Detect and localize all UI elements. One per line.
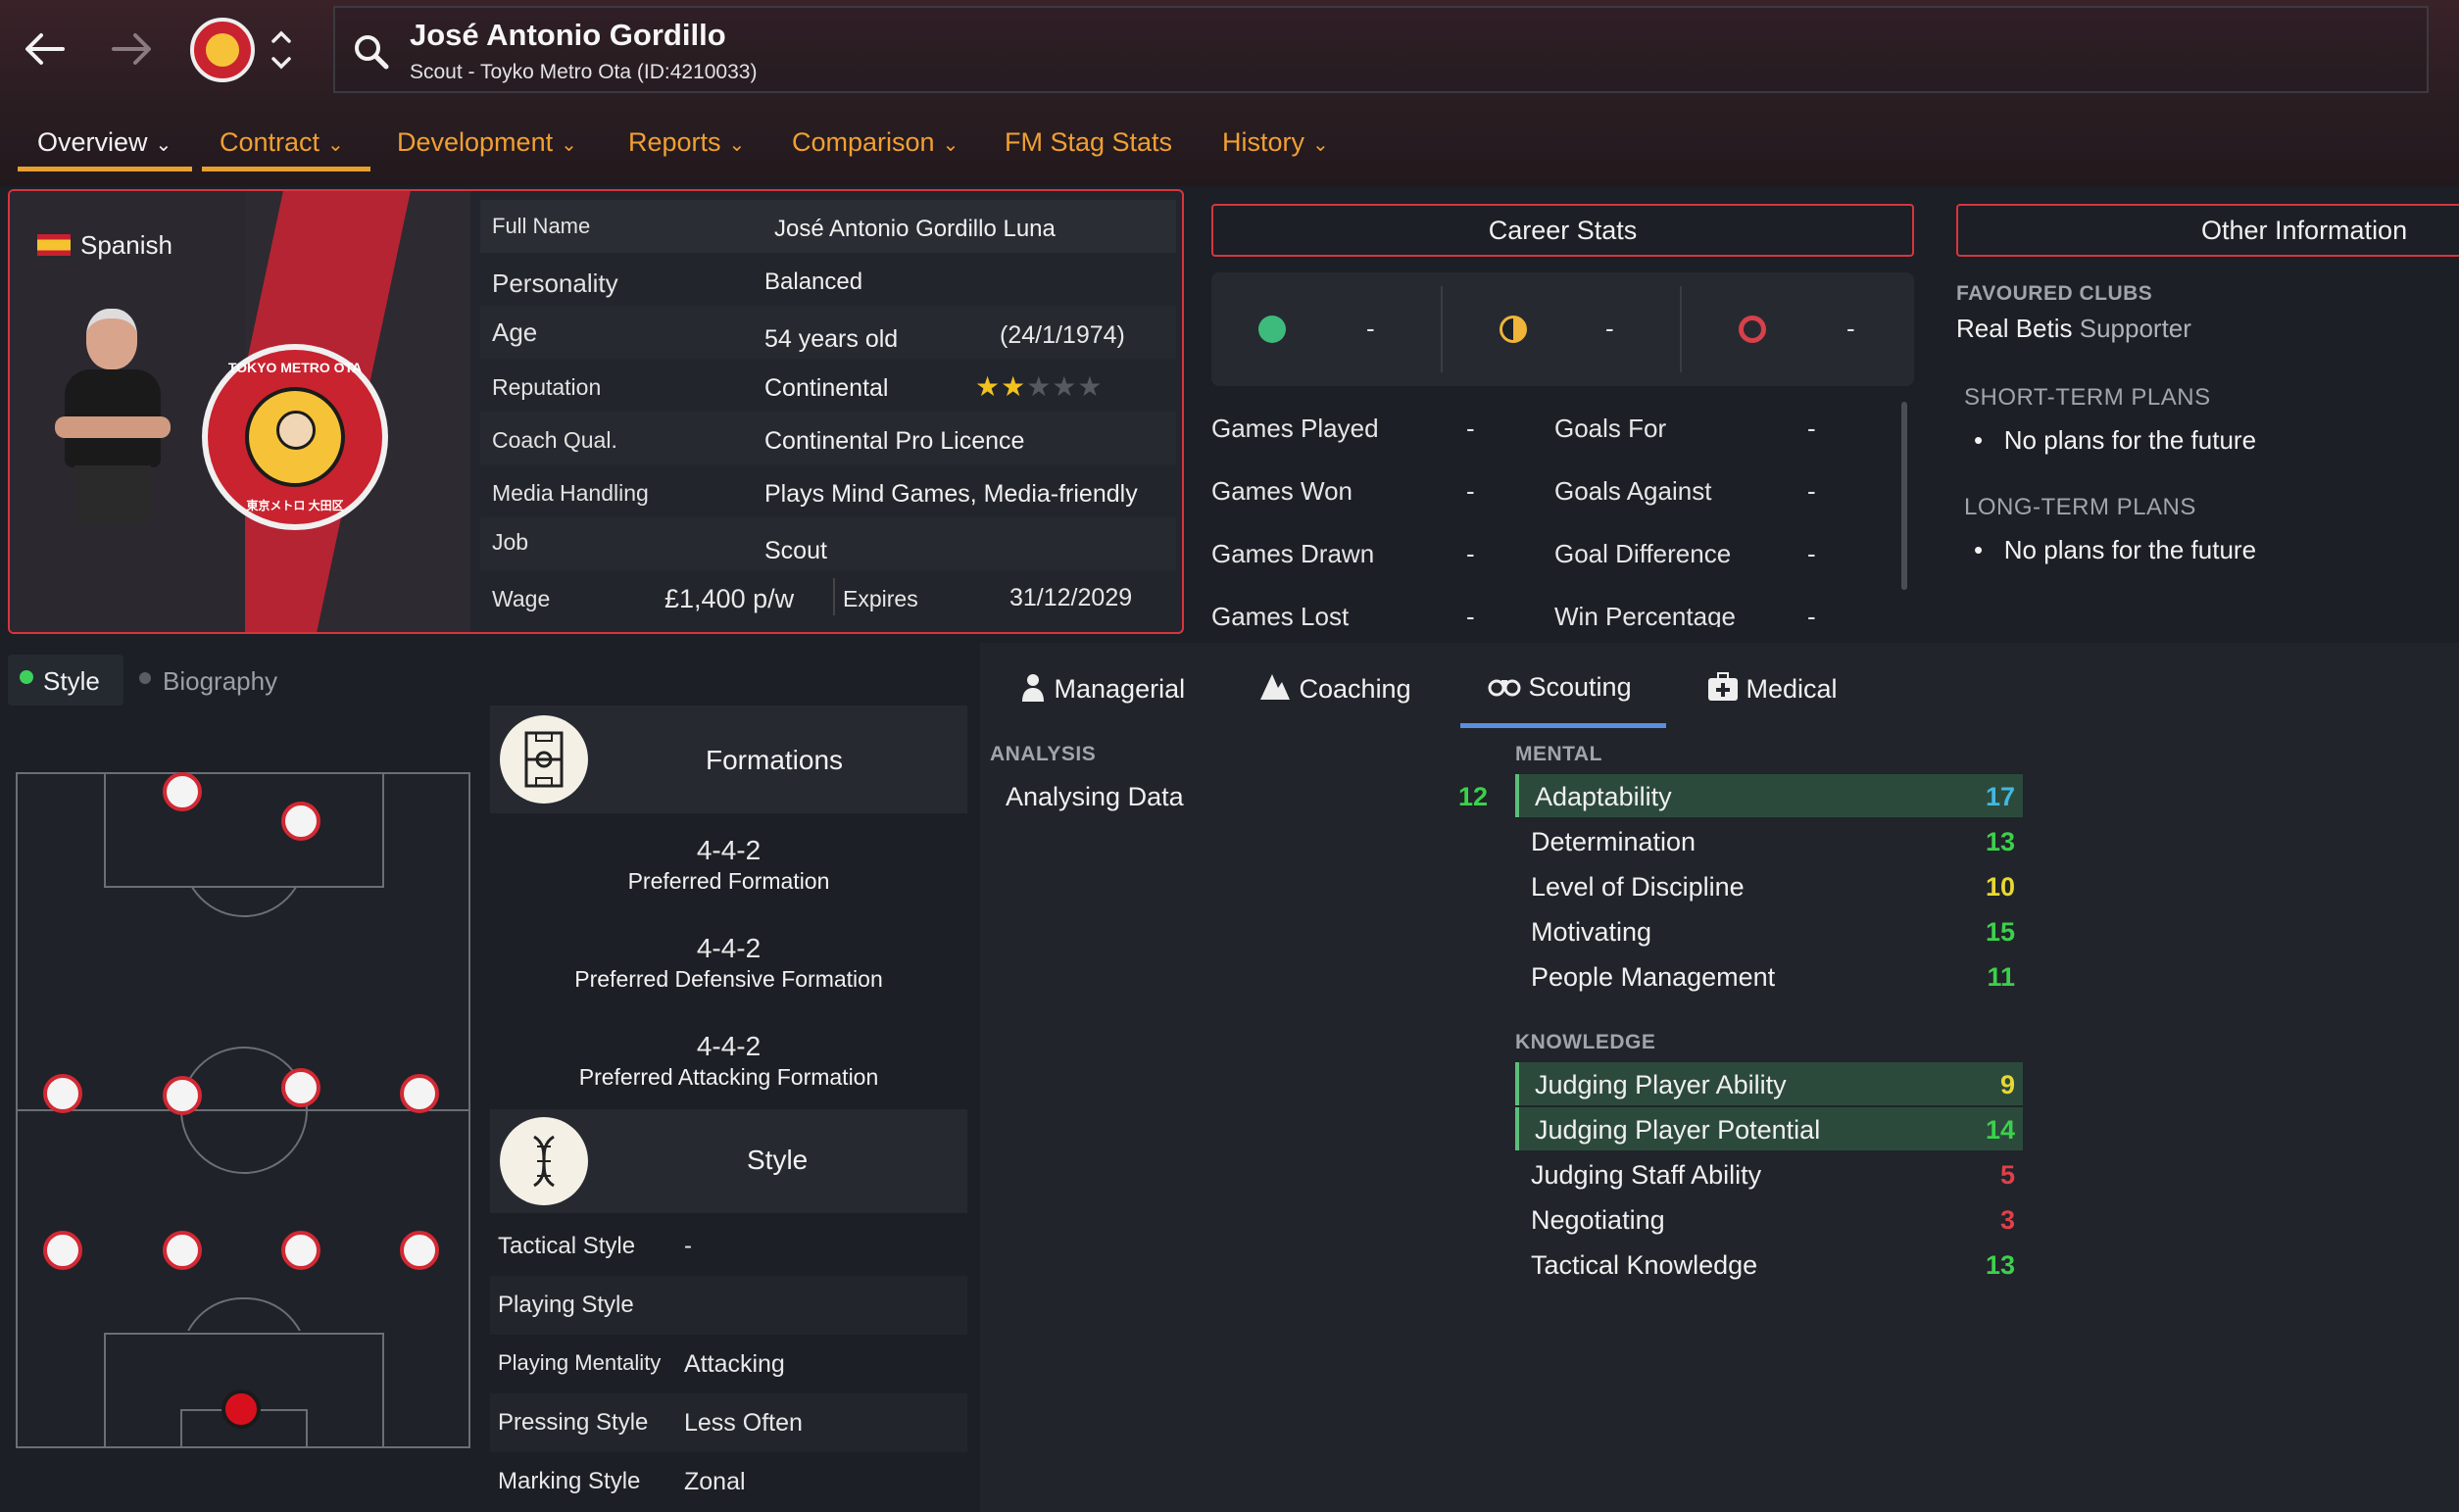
career-row: Games Lost - Win Percentage - xyxy=(1211,602,1816,627)
player-position-marker xyxy=(163,1076,202,1115)
career-table: Games Played - Goals For - Games Won - Goal… xyxy=(1211,402,1897,627)
preferred-defensive-formation: 4-4-2 Preferred Defensive Formation xyxy=(574,933,883,992)
player-position-marker xyxy=(281,1231,320,1270)
staff-name: José Antonio Gordillo xyxy=(410,18,726,52)
loss-icon xyxy=(1739,316,1766,343)
chevron-up-down-icon[interactable] xyxy=(267,24,296,81)
short-term-plans-heading: SHORT-TERM PLANS xyxy=(1964,384,2211,411)
style-header: Style xyxy=(490,1109,967,1213)
attr-judging-player-potential: Judging Player Potential 14 xyxy=(1515,1107,2023,1150)
tab-reports[interactable]: Reports ⌄ xyxy=(628,127,745,158)
career-row: Games Won - Goals Against - xyxy=(1211,476,1816,506)
player-position-marker xyxy=(281,1068,320,1107)
tab-scouting[interactable]: Scouting xyxy=(1488,672,1632,703)
attr-tactical-knowledge: Tactical Knowledge 13 xyxy=(1531,1250,2015,1280)
player-position-marker xyxy=(163,772,202,811)
tab-contract-indicator xyxy=(202,167,370,171)
profile-panel: Spanish TOKYO METRO OTA 東京メトロ 大田区 Full N… xyxy=(8,189,1184,634)
dna-icon xyxy=(500,1117,588,1205)
tab-managerial[interactable]: Managerial xyxy=(1019,672,1185,705)
goalkeeper-marker xyxy=(221,1390,261,1429)
tab-fm-stag-stats[interactable]: FM Stag Stats xyxy=(1005,127,1172,158)
attr-determination: Determination 13 xyxy=(1531,827,2015,856)
attr-motivating: Motivating 15 xyxy=(1531,917,2015,947)
back-arrow-icon[interactable] xyxy=(20,24,71,83)
knowledge-heading: KNOWLEDGE xyxy=(1515,1031,1656,1053)
preferred-formation: 4-4-2 Preferred Formation xyxy=(627,835,830,894)
tab-style[interactable]: Style xyxy=(8,655,123,706)
player-position-marker xyxy=(163,1231,202,1270)
long-term-plans-heading: LONG-TERM PLANS xyxy=(1964,494,2196,520)
player-position-marker xyxy=(400,1074,439,1113)
player-position-marker xyxy=(43,1074,82,1113)
tab-contract[interactable]: Contract ⌄ xyxy=(220,127,344,158)
analysis-heading: ANALYSIS xyxy=(990,743,1097,765)
forward-arrow-icon[interactable] xyxy=(106,24,157,83)
style-row-pressing: Pressing Style Less Often xyxy=(490,1393,967,1452)
row-age: Age 54 years old (24/1/1974) xyxy=(480,306,1176,359)
career-stats-header: Career Stats xyxy=(1211,204,1914,257)
reputation-stars: ★★★★★ xyxy=(975,371,1104,402)
style-row-tactical: Tactical Style - xyxy=(498,1233,692,1259)
style-row-marking: Marking Style Zonal xyxy=(498,1468,746,1495)
short-term-plan-item: • No plans for the future xyxy=(1974,425,2257,455)
tab-history[interactable]: History ⌄ xyxy=(1222,127,1329,158)
attr-analysing-data: Analysing Data 12 xyxy=(1006,782,1488,811)
club-badge-small[interactable] xyxy=(190,18,255,82)
row-job: Job Scout xyxy=(480,517,1176,570)
career-row: Games Played - Goals For - xyxy=(1211,414,1816,443)
pitch-icon xyxy=(500,715,588,804)
tab-medical[interactable]: Medical xyxy=(1707,672,1838,705)
attr-adaptability: Adaptability 17 xyxy=(1515,774,2023,817)
career-row: Games Drawn - Goal Difference - xyxy=(1211,539,1816,568)
row-media-handling: Media Handling Plays Mind Games, Media-fr… xyxy=(492,480,1138,508)
spain-flag-icon xyxy=(37,234,71,256)
attr-judging-player-ability: Judging Player Ability 9 xyxy=(1515,1062,2023,1105)
draw-icon xyxy=(1500,316,1527,343)
favoured-club: Real Betis Supporter xyxy=(1956,314,2191,343)
row-reputation: Reputation Continental ★★★★★ xyxy=(492,371,1104,402)
tab-overview-indicator xyxy=(18,167,192,171)
row-full-name: Full Name José Antonio Gordillo Luna xyxy=(480,200,1176,253)
row-wage: Wage £1,400 p/w Expires 31/12/2029 xyxy=(480,570,1176,623)
player-position-marker xyxy=(400,1231,439,1270)
attr-negotiating: Negotiating 3 xyxy=(1531,1205,2015,1235)
attr-judging-staff-ability: Judging Staff Ability 5 xyxy=(1531,1160,2015,1190)
staff-subtitle: Scout - Toyko Metro Ota (ID:4210033) xyxy=(410,61,758,83)
career-summary: - - - xyxy=(1211,272,1914,386)
staff-portrait xyxy=(49,309,176,524)
search-icon[interactable] xyxy=(351,31,392,77)
row-personality: Personality Balanced xyxy=(492,268,863,298)
tab-overview[interactable]: Overview ⌄ xyxy=(37,127,172,158)
preferred-attacking-formation: 4-4-2 Preferred Attacking Formation xyxy=(578,1031,879,1090)
player-position-marker xyxy=(281,802,320,841)
player-position-marker xyxy=(43,1231,82,1270)
career-scrollbar[interactable] xyxy=(1901,402,1907,590)
tab-development[interactable]: Development ⌄ xyxy=(397,127,577,158)
tab-comparison[interactable]: Comparison ⌄ xyxy=(792,127,959,158)
mental-heading: MENTAL xyxy=(1515,743,1602,765)
row-coach-qual: Coach Qual. Continental Pro Licence xyxy=(480,412,1176,464)
style-row-mentality: Playing Mentality Attacking xyxy=(498,1350,785,1378)
formation-pitch xyxy=(16,772,470,1448)
tab-coaching[interactable]: Coaching xyxy=(1258,672,1411,705)
formations-header: Formations xyxy=(490,706,967,813)
club-badge-large: TOKYO METRO OTA 東京メトロ 大田区 xyxy=(202,344,388,530)
favoured-clubs-heading: FAVOURED CLUBS xyxy=(1956,282,2153,305)
other-info-header: Other Information xyxy=(1956,204,2459,257)
tab-scouting-indicator xyxy=(1460,723,1666,728)
style-row-playing: Playing Style xyxy=(490,1276,967,1335)
attr-people-management: People Management 11 xyxy=(1531,962,2015,992)
win-icon xyxy=(1258,316,1286,343)
nationality-label: Spanish xyxy=(80,230,172,260)
long-term-plan-item: • No plans for the future xyxy=(1974,535,2257,564)
attr-level-of-discipline: Level of Discipline 10 xyxy=(1531,872,2015,902)
tab-biography[interactable]: Biography xyxy=(131,655,308,706)
